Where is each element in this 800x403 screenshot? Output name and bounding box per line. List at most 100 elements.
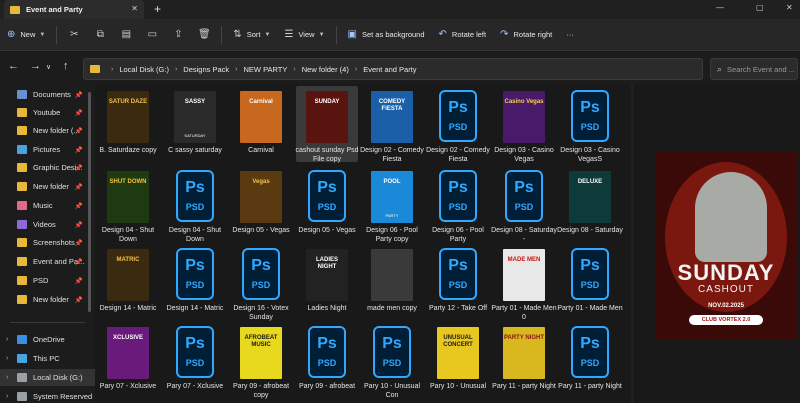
- sidebar-item[interactable]: › System Reserved: [0, 388, 95, 403]
- photoshop-file-icon: Ps PSD: [571, 248, 609, 300]
- file-item[interactable]: Ps PSD Design 05 - Vegas: [296, 166, 358, 242]
- breadcrumb-designs-pack[interactable]: Designs Pack: [183, 65, 229, 74]
- file-item[interactable]: POOL PARTY Design 06 - Pool Party copy: [361, 166, 423, 243]
- file-item[interactable]: MADE MEN Party 01 - Made Men 0: [491, 244, 557, 321]
- drive-icon: [17, 373, 27, 382]
- image-thumbnail: MADE MEN: [503, 249, 545, 301]
- breadcrumb-new-party[interactable]: NEW PARTY: [243, 65, 287, 74]
- file-item[interactable]: AFROBEAT MUSIC Pary 09 - afrobeat copy: [230, 322, 292, 399]
- file-item[interactable]: Ps PSD Party 12 - Take Off: [427, 244, 489, 320]
- image-thumbnail: SUNDAY: [306, 91, 348, 143]
- file-item[interactable]: XCLUSIVE Pary 07 - Xclusive: [97, 322, 159, 398]
- thumbnail-title: Casino Vegas: [504, 99, 544, 105]
- breadcrumb-event-and-party[interactable]: Event and Party: [363, 65, 416, 74]
- psd-glyph: PSD: [580, 280, 600, 290]
- file-item[interactable]: Ps PSD Design 04 - Shut Down: [164, 166, 226, 243]
- file-item[interactable]: Ps PSD Pary 10 - Unusual Con: [361, 322, 423, 399]
- file-item[interactable]: Ps PSD Design 14 - Matric: [164, 244, 226, 320]
- delete-icon[interactable]: 🗑: [191, 23, 217, 47]
- forward-arrow-icon[interactable]: →: [30, 60, 41, 72]
- chevron-right-icon[interactable]: ›: [6, 336, 8, 343]
- paste-icon[interactable]: ▤: [113, 23, 139, 47]
- file-item[interactable]: SHUT DOWN Design 04 - Shut Down: [97, 166, 159, 243]
- file-item[interactable]: Ps PSD Design 08 - Saturday -: [491, 166, 557, 243]
- breadcrumb-local-disk[interactable]: Local Disk (G:): [119, 65, 169, 74]
- file-item[interactable]: Ps PSD Design 06 - Pool Party: [427, 166, 489, 243]
- ps-glyph: Ps: [580, 335, 600, 352]
- tab-event-and-party[interactable]: Event and Party ✕: [4, 0, 144, 19]
- thumbnail-title: POOL: [383, 179, 401, 185]
- set-as-background-button[interactable]: ▣ Set as background: [341, 23, 432, 47]
- view-button[interactable]: ☰ View ▼: [277, 23, 331, 47]
- file-item[interactable]: Ps PSD Design 03 - Casino VegasS: [559, 86, 621, 163]
- sidebar-item[interactable]: › Local Disk (G:): [0, 369, 95, 386]
- chevron-right-icon[interactable]: ›: [6, 374, 8, 381]
- sidebar-item[interactable]: New folder 📌: [0, 178, 95, 195]
- sidebar-item[interactable]: Youtube 📌: [0, 104, 95, 121]
- sidebar-item[interactable]: Pictures 📌: [0, 141, 95, 158]
- more-options-button[interactable]: ···: [559, 23, 581, 47]
- chevron-right-icon[interactable]: ›: [6, 355, 8, 362]
- sort-button[interactable]: ⇅ Sort ▼: [226, 23, 277, 47]
- up-arrow-icon[interactable]: ↑: [63, 60, 69, 72]
- file-item[interactable]: Ps PSD Pary 09 - afrobeat: [296, 322, 358, 398]
- file-item[interactable]: SUNDAY cashout sunday Psd File copy: [295, 86, 359, 163]
- sidebar-item[interactable]: New folder 📌: [0, 291, 95, 308]
- file-item[interactable]: Ps PSD Design 02 - Comedy Fiesta: [426, 86, 490, 163]
- content-scrollbar[interactable]: [631, 84, 634, 403]
- file-item[interactable]: SATUR DAZE B. Saturdaze copy: [97, 86, 159, 162]
- file-item[interactable]: DELUXE Design 08 - Saturday: [557, 166, 623, 242]
- chevron-right-icon[interactable]: ›: [6, 393, 8, 400]
- file-item[interactable]: SASSY SATURDAY C sassy saturday: [164, 86, 226, 162]
- rotate-right-button[interactable]: ↷ Rotate right: [493, 23, 559, 47]
- rename-icon[interactable]: ▭: [139, 23, 165, 47]
- thumbnail-title: AFROBEAT MUSIC: [244, 335, 278, 348]
- history-chevron-icon[interactable]: ∨: [46, 63, 51, 71]
- file-item[interactable]: Ps PSD Party 01 - Made Men: [557, 244, 623, 320]
- share-icon[interactable]: ⇪: [165, 23, 191, 47]
- new-tab-button[interactable]: +: [154, 2, 161, 16]
- file-item[interactable]: Casino Vegas Design 03 - Casino Vegas: [493, 86, 555, 163]
- file-item[interactable]: Carnival Carnival: [230, 86, 292, 162]
- image-thumbnail: PARTY NIGHT: [503, 327, 545, 379]
- sidebar-item[interactable]: › This PC: [0, 350, 95, 367]
- close-window-button[interactable]: ✕: [786, 3, 793, 12]
- sidebar-scrollbar[interactable]: [88, 92, 91, 312]
- file-item[interactable]: Vegas Design 05 - Vegas: [230, 166, 292, 242]
- file-item[interactable]: Ps PSD Design 16 - Votex Sunday: [230, 244, 292, 321]
- thumbnail-title: SHUT DOWN: [109, 179, 147, 185]
- file-item[interactable]: PARTY NIGHT Pary 11 - party Night: [492, 322, 556, 398]
- image-thumbnail: MATRIC: [107, 249, 149, 301]
- pictures-icon: [17, 145, 27, 154]
- file-item[interactable]: made men copy: [361, 244, 423, 320]
- sidebar-item[interactable]: Videos 📌: [0, 216, 95, 233]
- sidebar-item[interactable]: › OneDrive: [0, 331, 95, 348]
- file-name: Design 02 - Comedy Fiesta: [360, 147, 424, 163]
- maximize-button[interactable]: ▢: [756, 3, 764, 12]
- rotate-left-button[interactable]: ↶ Rotate left: [432, 23, 494, 47]
- file-item[interactable]: MATRIC Design 14 - Matric: [97, 244, 159, 320]
- file-item[interactable]: Ps PSD Pary 11 - party Night: [558, 322, 622, 398]
- sidebar-item[interactable]: Graphic Desi... 📌: [0, 159, 95, 176]
- file-item[interactable]: UNUSUAL CONCERT Pary 10 - Unusual: [427, 322, 489, 398]
- search-placeholder: Search Event and ...: [727, 64, 796, 74]
- sidebar-item[interactable]: Documents 📌: [0, 86, 95, 103]
- sidebar-item[interactable]: Screenshots 📌: [0, 234, 95, 251]
- sidebar-item[interactable]: Event and Pa... 📌: [0, 253, 95, 270]
- sidebar-item[interactable]: New folder (... 📌: [0, 122, 95, 139]
- sidebar-item[interactable]: PSD 📌: [0, 272, 95, 289]
- file-item[interactable]: Ps PSD Pary 07 - Xclusive: [164, 322, 226, 398]
- breadcrumb-new-folder-4[interactable]: New folder (4): [302, 65, 349, 74]
- back-arrow-icon[interactable]: ←: [8, 60, 19, 72]
- file-item[interactable]: COMEDY FIESTA Design 02 - Comedy Fiesta: [360, 86, 424, 163]
- new-button[interactable]: ⊕ New ▼: [0, 23, 52, 47]
- copy-icon[interactable]: ⧉: [87, 23, 113, 47]
- sidebar-item[interactable]: Music 📌: [0, 197, 95, 214]
- sidebar-item-label: Documents: [33, 90, 71, 99]
- minimize-button[interactable]: —: [716, 3, 724, 12]
- file-item[interactable]: LADIES NIGHT Ladies Night: [296, 244, 358, 320]
- search-input[interactable]: ⌕ Search Event and ...: [710, 58, 798, 80]
- close-tab-icon[interactable]: ✕: [131, 4, 138, 13]
- address-bar[interactable]: › Local Disk (G:) › Designs Pack › NEW P…: [83, 58, 703, 80]
- cut-icon[interactable]: ✂: [61, 23, 87, 47]
